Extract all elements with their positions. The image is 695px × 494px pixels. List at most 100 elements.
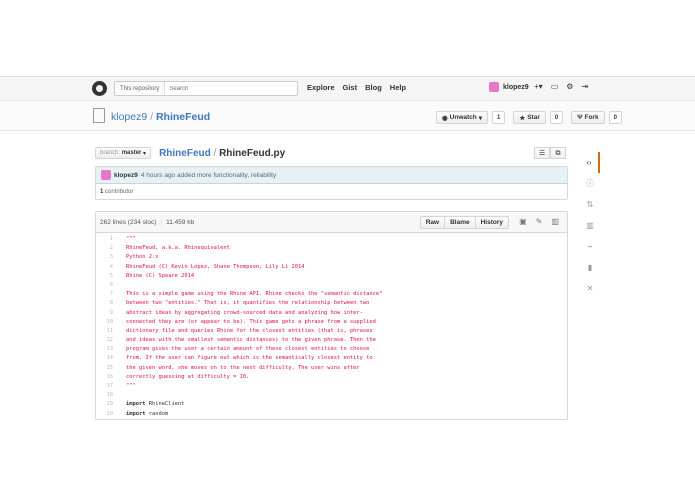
line-text: [118, 391, 126, 400]
path-root-link[interactable]: RhineFeud: [159, 148, 211, 159]
inbox-icon[interactable]: ▭: [551, 82, 559, 91]
settings-icon[interactable]: ✕: [580, 278, 600, 299]
repo-owner-link[interactable]: klopez9: [111, 111, 147, 123]
branch-name: master: [121, 150, 142, 156]
branch-select[interactable]: branch: master ▾: [95, 147, 152, 159]
copy-icon[interactable]: ⧉: [550, 147, 566, 159]
line-number[interactable]: 18: [96, 391, 118, 400]
code-line: 13 program gives the user a certain amoun…: [96, 345, 567, 354]
code-line: 7 This is a simple game using the Rhine A…: [96, 290, 567, 299]
line-text: import RhineClient: [126, 401, 185, 408]
line-number[interactable]: 13: [96, 345, 118, 354]
repo-sidebar: ‹› ⓘ ⇅ ▥ ⌁ ▮ ✕: [580, 152, 600, 299]
star-count[interactable]: 0: [549, 111, 564, 124]
wiki-icon[interactable]: ▥: [580, 215, 600, 236]
fork-label: Fork: [584, 114, 599, 121]
code-icon[interactable]: ‹›: [580, 152, 600, 173]
line-number[interactable]: 16: [96, 373, 118, 382]
nav-blog[interactable]: Blog: [365, 83, 382, 92]
file-viewer: 262 lines (234 sloc) | 11.459 kb Raw Bla…: [95, 211, 568, 420]
history-button[interactable]: History: [474, 216, 509, 229]
repo-name-link[interactable]: RhineFeud: [156, 111, 210, 123]
gear-icon[interactable]: ⚙: [566, 82, 573, 91]
line-number[interactable]: 17: [96, 382, 118, 391]
pulse-icon[interactable]: ⌁: [580, 236, 600, 257]
contributors-label: contributor: [105, 189, 134, 195]
line-text: This is a simple game using the Rhine AP…: [126, 291, 383, 298]
line-number[interactable]: 15: [96, 364, 118, 373]
pull-requests-icon[interactable]: ⇅: [580, 194, 600, 215]
contributors[interactable]: 1 contributor: [96, 184, 567, 200]
path-file: RhineFeud.py: [219, 147, 286, 159]
code-line: 8 between two "entities." That is, it qua…: [96, 299, 567, 308]
github-logo-icon[interactable]: [92, 81, 107, 96]
star-button[interactable]: ★ Star: [513, 111, 546, 124]
file-action-icons: ▣ ✎ ▥: [519, 217, 559, 226]
line-number[interactable]: 9: [96, 309, 118, 318]
line-number[interactable]: 3: [96, 253, 118, 262]
line-number[interactable]: 11: [96, 327, 118, 336]
code-line: 15 the given word, she moves on to the ne…: [96, 364, 567, 373]
line-number[interactable]: 7: [96, 290, 118, 299]
line-text: and ideas with the smallest semantic dis…: [126, 337, 376, 344]
list-icon[interactable]: ☰: [534, 147, 550, 159]
commit-message[interactable]: 4 hours ago added more functionality, re…: [141, 172, 276, 179]
graphs-icon[interactable]: ▮: [580, 257, 600, 278]
file-info-divider: |: [160, 218, 163, 226]
avatar[interactable]: [489, 82, 499, 92]
pencil-icon[interactable]: ✎: [536, 217, 543, 226]
plus-icon[interactable]: +▾: [534, 82, 543, 91]
line-text: abstract ideas by aggregating crowd-sour…: [126, 309, 363, 316]
line-number[interactable]: 5: [96, 272, 118, 281]
user-menu[interactable]: klopez9: [489, 82, 529, 92]
line-text: import random: [126, 410, 169, 417]
desktop-icon[interactable]: ▣: [519, 217, 527, 226]
issues-icon[interactable]: ⓘ: [580, 173, 600, 194]
line-number[interactable]: 8: [96, 299, 118, 308]
trash-icon[interactable]: ▥: [551, 217, 559, 226]
commit-info: klopez9 4 hours ago added more functiona…: [96, 167, 567, 184]
line-number[interactable]: 20: [96, 410, 118, 419]
nav-gist[interactable]: Gist: [343, 83, 358, 92]
code-line: 16 correctly guessing at difficulty = 10.: [96, 373, 567, 382]
line-number[interactable]: 19: [96, 400, 118, 409]
search-scope-label: This repository: [115, 82, 166, 95]
code-line: 9 abstract ideas by aggregating crowd-sou…: [96, 309, 567, 318]
search-input[interactable]: [165, 85, 286, 92]
code-line: 17 """: [96, 382, 567, 391]
commit-author[interactable]: klopez9: [114, 172, 138, 179]
nav-explore[interactable]: Explore: [307, 83, 335, 92]
nav-help[interactable]: Help: [390, 83, 406, 92]
repo-icon: [93, 108, 105, 123]
watch-count[interactable]: 1: [492, 111, 506, 124]
raw-button[interactable]: Raw: [419, 216, 446, 229]
latest-commit: klopez9 4 hours ago added more functiona…: [95, 166, 568, 200]
code-line: 14 from. If the user can figure out which…: [96, 354, 567, 363]
file-size: 11.459 kb: [166, 218, 195, 226]
avatar[interactable]: [101, 170, 111, 180]
line-text: program gives the user a certain amount …: [126, 346, 370, 353]
line-number[interactable]: 10: [96, 318, 118, 327]
branch-prefix: branch:: [100, 150, 121, 156]
signout-icon[interactable]: ⇥: [581, 82, 588, 91]
line-number[interactable]: 6: [96, 281, 118, 290]
file-tools: ☰ ⧉: [534, 147, 566, 159]
code-line: 18: [96, 391, 567, 400]
code-line: 5 Rhine (C) Speare 2014: [96, 272, 567, 281]
username[interactable]: klopez9: [503, 84, 529, 91]
search-box[interactable]: This repository: [114, 81, 298, 96]
path-separator: /: [213, 147, 217, 159]
fork-button[interactable]: Ψ Fork: [571, 111, 605, 124]
line-text: """: [126, 236, 136, 242]
line-number[interactable]: 14: [96, 354, 118, 363]
line-number[interactable]: 1: [96, 235, 118, 244]
blame-button[interactable]: Blame: [444, 216, 476, 229]
line-text: RhineFeud (C) Kevin Lopez, Shane Thompso…: [126, 263, 305, 270]
code-line: 10 connected they are (or appear to be). …: [96, 318, 567, 327]
line-number[interactable]: 2: [96, 244, 118, 253]
fork-count[interactable]: 0: [608, 111, 622, 124]
line-number[interactable]: 4: [96, 263, 118, 272]
line-number[interactable]: 12: [96, 336, 118, 345]
eye-icon: ◉: [442, 114, 448, 122]
unwatch-button[interactable]: ◉ Unwatch ▾: [436, 111, 489, 124]
